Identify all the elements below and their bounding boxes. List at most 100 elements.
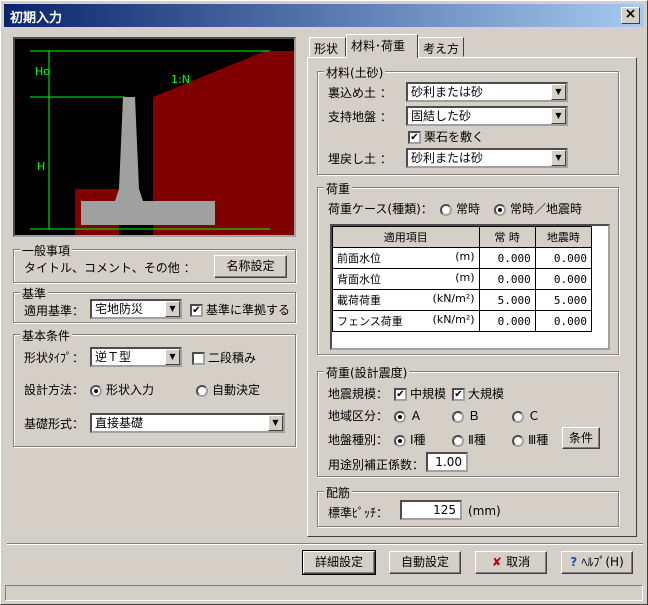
backfill-select-value: 砂利または砂 <box>411 85 484 99</box>
standard-label: 適用基準： <box>24 304 85 318</box>
two-step-checkbox[interactable]: 二段積み <box>192 349 256 366</box>
region-radio-c[interactable]: Ｃ <box>512 407 540 424</box>
table-row: フェンス荷重 (kN/m²) 0.000 0.000 <box>332 310 593 332</box>
standard-checkbox[interactable]: ✔ 基準に準拠する <box>190 301 290 318</box>
value-cell[interactable]: 5.000 <box>478 289 536 311</box>
radio-selected-icon <box>394 410 406 423</box>
load-header-item: 適用項目 <box>332 226 480 248</box>
radio-icon <box>452 410 464 423</box>
method-opt1-label: 形状入力 <box>106 383 155 397</box>
region-a-label: Ａ <box>410 409 423 423</box>
general-group: 一般事項 タイトル、コメント、その他 ： 名称設定 <box>13 242 296 283</box>
row-name: 前面水位 <box>337 252 381 265</box>
radio-icon <box>512 434 524 447</box>
method-radio-shape[interactable]: 形状入力 <box>90 381 154 398</box>
check-icon: ✔ <box>452 388 465 401</box>
dialog-window: 初期入力 × Ho H 1:N 一般事項 タイトル、コメント、その他 ： 名称設… <box>0 0 648 605</box>
value-cell[interactable]: 0.000 <box>478 268 536 290</box>
table-row: 載荷荷重 (kN/m²) 5.000 5.000 <box>332 289 593 311</box>
basic-group: 基本条件 形状ﾀｲﾌﾟ： 逆Ｔ型 ▼ 二段積み 設計方法： 形状入力 自動決定 基… <box>13 327 296 447</box>
wall-figure: Ho H 1:N <box>13 37 296 237</box>
row-name: 載荷荷重 <box>337 294 381 307</box>
radio-icon <box>512 410 524 423</box>
load-title: 荷重 <box>324 180 353 197</box>
name-setting-button[interactable]: 名称設定 <box>214 255 287 278</box>
load-case-radio-normal[interactable]: 常時 <box>440 200 480 217</box>
gravel-checkbox[interactable]: ✔ 栗石を敷く <box>408 128 484 145</box>
ground-radio-2[interactable]: Ⅱ種 <box>452 431 486 448</box>
row-name-cell: フェンス荷重 (kN/m²) <box>332 310 480 332</box>
foundation-select-value: 直接基礎 <box>95 416 144 430</box>
support-select[interactable]: 固結した砂 ▼ <box>406 106 568 126</box>
region-c-label: Ｃ <box>528 409 541 423</box>
radio-selected-icon <box>494 203 506 216</box>
region-label: 地域区分： <box>328 409 389 423</box>
ground-3-label: Ⅲ種 <box>528 433 549 447</box>
ground-radio-3[interactable]: Ⅲ種 <box>512 431 548 448</box>
tab-shape[interactable]: 形状 <box>309 37 346 57</box>
row-name: フェンス荷重 <box>337 315 403 328</box>
load-table-area: 適用項目 常 時 地震時 前面水位 (m) 0.000 0.000 背面水位 (m)… <box>330 224 610 350</box>
pitch-input[interactable]: 125 <box>400 500 462 520</box>
tab-material-load[interactable]: 材料･荷重 <box>346 34 418 58</box>
check-icon: ✔ <box>190 304 203 317</box>
ground-radio-1[interactable]: Ⅰ種 <box>394 431 426 448</box>
method-radio-auto[interactable]: 自動決定 <box>196 381 260 398</box>
load-header-seismic: 地震時 <box>534 226 593 248</box>
check-icon: ✔ <box>408 131 421 144</box>
value-cell[interactable]: 0.000 <box>534 268 593 290</box>
figure-label-slope: 1:N <box>171 73 190 86</box>
figure-label-ho: Ho <box>35 65 50 78</box>
condition-button[interactable]: 条件 <box>562 427 600 449</box>
help-button[interactable]: ? ﾍﾙﾌﾟ(H) <box>561 551 633 574</box>
auto-setting-button[interactable]: 自動設定 <box>389 551 461 574</box>
load-case-radio-seismic[interactable]: 常時／地震時 <box>494 200 582 217</box>
radio-icon <box>452 434 464 447</box>
tab-approach[interactable]: 考え方 <box>418 37 464 57</box>
chevron-down-icon: ▼ <box>551 84 566 100</box>
method-opt2-label: 自動決定 <box>212 383 261 397</box>
value-cell[interactable]: 0.000 <box>478 310 536 332</box>
detail-setting-button[interactable]: 詳細設定 <box>302 550 376 575</box>
load-table: 適用項目 常 時 地震時 前面水位 (m) 0.000 0.000 背面水位 (m)… <box>332 226 593 332</box>
close-button[interactable]: × <box>621 7 640 24</box>
standard-select[interactable]: 宅地防災 ▼ <box>90 299 182 319</box>
value-cell[interactable]: 0.000 <box>534 310 593 332</box>
general-title: 一般事項 <box>20 242 73 259</box>
refill-label: 埋戻し土 ： <box>328 152 392 166</box>
check-icon: ✔ <box>394 388 407 401</box>
cancel-button[interactable]: ✘ 取消 <box>475 551 547 574</box>
pitch-unit: (mm) <box>468 504 501 518</box>
support-select-value: 固結した砂 <box>411 109 472 123</box>
load-case-opt1: 常時 <box>456 202 481 216</box>
refill-select-value: 砂利または砂 <box>411 151 484 165</box>
chevron-down-icon: ▼ <box>551 108 566 124</box>
table-row: 前面水位 (m) 0.000 0.000 <box>332 247 593 269</box>
foundation-label: 基礎形式： <box>24 417 85 431</box>
backfill-label: 裏込め土 ： <box>328 86 392 100</box>
coef-input[interactable]: 1.00 <box>426 452 468 472</box>
region-radio-a[interactable]: Ａ <box>394 407 422 424</box>
foundation-select[interactable]: 直接基礎 ▼ <box>90 413 285 433</box>
scale-mid-checkbox[interactable]: ✔ 中規模 <box>394 385 446 402</box>
standard-group: 基準 適用基準： 宅地防災 ▼ ✔ 基準に準拠する <box>13 285 296 323</box>
value-cell[interactable]: 0.000 <box>478 247 536 269</box>
rebar-title: 配筋 <box>324 484 353 501</box>
row-unit: (kN/m²) <box>432 313 475 326</box>
chevron-down-icon: ▼ <box>268 415 283 431</box>
region-radio-b[interactable]: Ｂ <box>452 407 480 424</box>
refill-select[interactable]: 砂利または砂 ▼ <box>406 148 568 168</box>
row-unit: (m) <box>455 271 475 284</box>
scale-large-checkbox[interactable]: ✔ 大規模 <box>452 385 504 402</box>
chevron-down-icon: ▼ <box>551 150 566 166</box>
window-title: 初期入力 <box>10 11 63 26</box>
material-group: 材料(土砂) 裏込め土 ： 砂利または砂 ▼ 支持地盤 ： 固結した砂 ▼ ✔ 栗石を… <box>317 64 619 175</box>
help-label: ﾍﾙﾌﾟ(H) <box>581 555 624 569</box>
value-cell[interactable]: 5.000 <box>534 289 593 311</box>
value-cell[interactable]: 0.000 <box>534 247 593 269</box>
shape-select[interactable]: 逆Ｔ型 ▼ <box>90 347 182 367</box>
two-step-label: 二段積み <box>208 351 257 365</box>
seismic-group: 荷重(設計震度) 地震規模： ✔ 中規模 ✔ 大規模 地域区分： Ａ Ｂ Ｃ 地盤種… <box>317 364 619 477</box>
method-label: 設計方法： <box>24 383 85 397</box>
backfill-select[interactable]: 砂利または砂 ▼ <box>406 82 568 102</box>
